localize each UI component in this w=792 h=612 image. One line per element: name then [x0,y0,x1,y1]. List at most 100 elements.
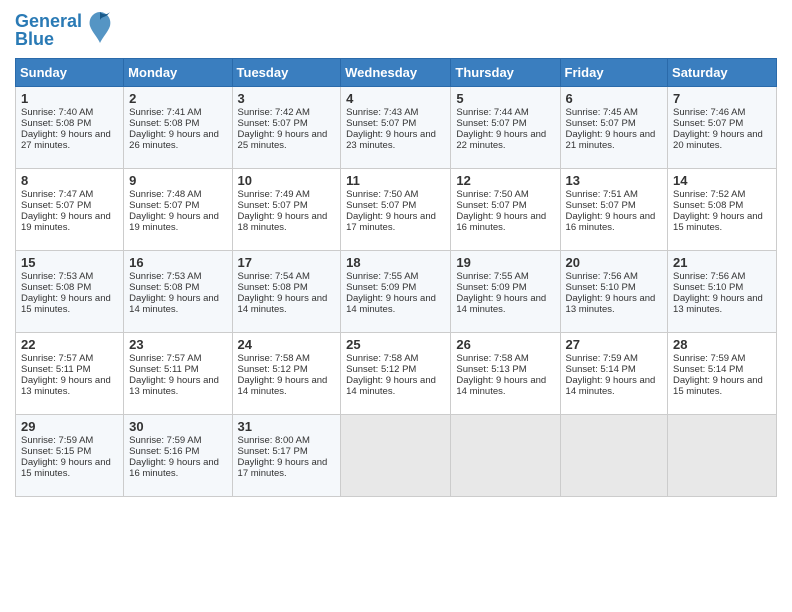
logo-general: General [15,12,82,30]
daylight-label: Daylight: 9 hours and 19 minutes. [21,211,111,233]
day-number: 5 [456,91,554,106]
day-cell-11: 11 Sunrise: 7:50 AM Sunset: 5:07 PM Dayl… [341,169,451,251]
logo: General Blue [15,10,114,50]
sunrise-label: Sunrise: 7:59 AM [21,435,93,446]
day-number: 9 [129,173,226,188]
day-number: 28 [673,337,771,352]
sunset-label: Sunset: 5:13 PM [456,364,526,375]
day-cell-7: 7 Sunrise: 7:46 AM Sunset: 5:07 PM Dayli… [668,87,777,169]
sunset-label: Sunset: 5:08 PM [673,200,743,211]
sunset-label: Sunset: 5:07 PM [456,118,526,129]
daylight-label: Daylight: 9 hours and 16 minutes. [456,211,546,233]
header: General Blue [15,10,777,50]
day-cell-29: 29 Sunrise: 7:59 AM Sunset: 5:15 PM Dayl… [16,415,124,497]
daylight-label: Daylight: 9 hours and 20 minutes. [673,129,763,151]
sunrise-label: Sunrise: 7:53 AM [129,271,201,282]
sunrise-label: Sunrise: 7:41 AM [129,107,201,118]
day-header-sunday: Sunday [16,59,124,87]
day-number: 22 [21,337,118,352]
day-number: 3 [238,91,336,106]
logo-blue: Blue [15,30,82,48]
sunrise-label: Sunrise: 7:58 AM [456,353,528,364]
day-header-wednesday: Wednesday [341,59,451,87]
sunset-label: Sunset: 5:12 PM [346,364,416,375]
sunrise-label: Sunrise: 7:42 AM [238,107,310,118]
daylight-label: Daylight: 9 hours and 14 minutes. [129,293,219,315]
daylight-label: Daylight: 9 hours and 25 minutes. [238,129,328,151]
sunrise-label: Sunrise: 7:59 AM [566,353,638,364]
day-cell-19: 19 Sunrise: 7:55 AM Sunset: 5:09 PM Dayl… [451,251,560,333]
sunrise-label: Sunrise: 7:45 AM [566,107,638,118]
sunset-label: Sunset: 5:07 PM [346,200,416,211]
daylight-label: Daylight: 9 hours and 14 minutes. [238,375,328,397]
sunset-label: Sunset: 5:08 PM [238,282,308,293]
day-cell-16: 16 Sunrise: 7:53 AM Sunset: 5:08 PM Dayl… [124,251,232,333]
sunrise-label: Sunrise: 7:55 AM [346,271,418,282]
day-header-saturday: Saturday [668,59,777,87]
week-row-5: 29 Sunrise: 7:59 AM Sunset: 5:15 PM Dayl… [16,415,777,497]
sunset-label: Sunset: 5:07 PM [456,200,526,211]
sunset-label: Sunset: 5:09 PM [346,282,416,293]
sunrise-label: Sunrise: 7:59 AM [673,353,745,364]
empty-cell [560,415,668,497]
empty-cell [451,415,560,497]
sunset-label: Sunset: 5:07 PM [129,200,199,211]
daylight-label: Daylight: 9 hours and 14 minutes. [566,375,656,397]
sunrise-label: Sunrise: 7:49 AM [238,189,310,200]
day-cell-24: 24 Sunrise: 7:58 AM Sunset: 5:12 PM Dayl… [232,333,341,415]
daylight-label: Daylight: 9 hours and 16 minutes. [566,211,656,233]
day-header-monday: Monday [124,59,232,87]
day-cell-22: 22 Sunrise: 7:57 AM Sunset: 5:11 PM Dayl… [16,333,124,415]
daylight-label: Daylight: 9 hours and 13 minutes. [566,293,656,315]
day-number: 25 [346,337,445,352]
sunrise-label: Sunrise: 7:58 AM [346,353,418,364]
day-number: 24 [238,337,336,352]
day-number: 7 [673,91,771,106]
sunset-label: Sunset: 5:10 PM [673,282,743,293]
daylight-label: Daylight: 9 hours and 15 minutes. [673,375,763,397]
day-cell-30: 30 Sunrise: 7:59 AM Sunset: 5:16 PM Dayl… [124,415,232,497]
day-number: 13 [566,173,663,188]
day-cell-26: 26 Sunrise: 7:58 AM Sunset: 5:13 PM Dayl… [451,333,560,415]
daylight-label: Daylight: 9 hours and 18 minutes. [238,211,328,233]
day-cell-8: 8 Sunrise: 7:47 AM Sunset: 5:07 PM Dayli… [16,169,124,251]
sunset-label: Sunset: 5:14 PM [673,364,743,375]
sunset-label: Sunset: 5:12 PM [238,364,308,375]
day-cell-31: 31 Sunrise: 8:00 AM Sunset: 5:17 PM Dayl… [232,415,341,497]
daylight-label: Daylight: 9 hours and 15 minutes. [21,293,111,315]
sunrise-label: Sunrise: 7:43 AM [346,107,418,118]
day-number: 2 [129,91,226,106]
sunrise-label: Sunrise: 7:48 AM [129,189,201,200]
day-number: 12 [456,173,554,188]
day-cell-1: 1 Sunrise: 7:40 AM Sunset: 5:08 PM Dayli… [16,87,124,169]
day-number: 8 [21,173,118,188]
sunrise-label: Sunrise: 8:00 AM [238,435,310,446]
sunset-label: Sunset: 5:14 PM [566,364,636,375]
sunrise-label: Sunrise: 7:47 AM [21,189,93,200]
day-cell-4: 4 Sunrise: 7:43 AM Sunset: 5:07 PM Dayli… [341,87,451,169]
day-number: 27 [566,337,663,352]
day-number: 23 [129,337,226,352]
sunset-label: Sunset: 5:15 PM [21,446,91,457]
sunset-label: Sunset: 5:11 PM [21,364,91,375]
week-row-1: 1 Sunrise: 7:40 AM Sunset: 5:08 PM Dayli… [16,87,777,169]
sunrise-label: Sunrise: 7:52 AM [673,189,745,200]
sunset-label: Sunset: 5:07 PM [566,200,636,211]
day-cell-20: 20 Sunrise: 7:56 AM Sunset: 5:10 PM Dayl… [560,251,668,333]
day-cell-18: 18 Sunrise: 7:55 AM Sunset: 5:09 PM Dayl… [341,251,451,333]
day-cell-27: 27 Sunrise: 7:59 AM Sunset: 5:14 PM Dayl… [560,333,668,415]
day-cell-9: 9 Sunrise: 7:48 AM Sunset: 5:07 PM Dayli… [124,169,232,251]
sunset-label: Sunset: 5:16 PM [129,446,199,457]
day-cell-10: 10 Sunrise: 7:49 AM Sunset: 5:07 PM Dayl… [232,169,341,251]
sunrise-label: Sunrise: 7:51 AM [566,189,638,200]
day-number: 19 [456,255,554,270]
day-header-tuesday: Tuesday [232,59,341,87]
daylight-label: Daylight: 9 hours and 22 minutes. [456,129,546,151]
sunset-label: Sunset: 5:07 PM [673,118,743,129]
sunset-label: Sunset: 5:11 PM [129,364,199,375]
sunset-label: Sunset: 5:07 PM [238,200,308,211]
sunrise-label: Sunrise: 7:50 AM [346,189,418,200]
sunset-label: Sunset: 5:08 PM [21,282,91,293]
day-number: 11 [346,173,445,188]
day-cell-23: 23 Sunrise: 7:57 AM Sunset: 5:11 PM Dayl… [124,333,232,415]
